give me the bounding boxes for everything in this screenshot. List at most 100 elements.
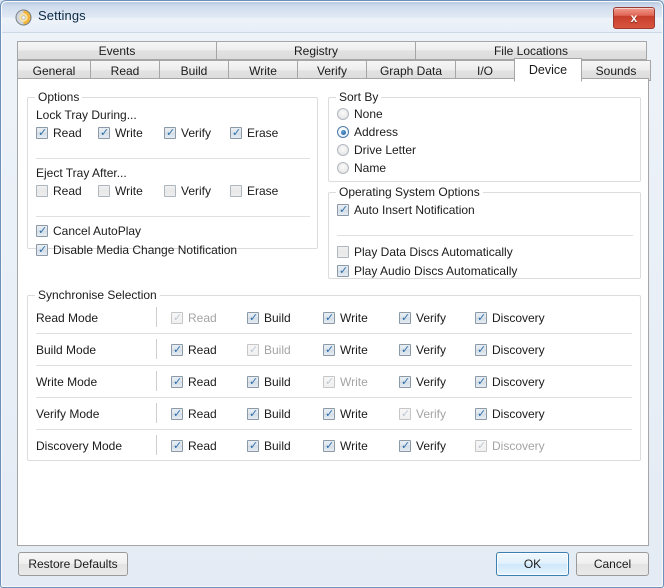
check-mark-icon: ✓ <box>325 439 335 452</box>
sync-row-divider <box>36 333 632 334</box>
cancel-button[interactable]: Cancel <box>576 552 649 576</box>
eject-tray-checkbox-write[interactable]: ✓ Write <box>98 184 143 198</box>
lock-tray-checkbox-erase[interactable]: ✓ Erase <box>230 126 278 140</box>
os-options-divider <box>337 235 633 236</box>
sync-checkbox-write-mode-discovery[interactable]: ✓ Discovery <box>475 375 545 389</box>
group-synchronise-selection: Synchronise Selection Read Mode ✓ Read ✓ Bui… <box>27 288 641 461</box>
checkbox-label: Discovery <box>492 311 545 325</box>
check-mark-icon: ✓ <box>38 126 48 139</box>
eject-tray-checkbox-verify[interactable]: ✓ Verify <box>164 184 211 198</box>
checkbox-icon: ✓ <box>475 408 487 420</box>
checkbox-label: Verify <box>416 407 447 421</box>
sync-row-label-discovery-mode: Discovery Mode <box>36 439 123 453</box>
checkbox-label: Discovery <box>492 407 545 421</box>
tab-label: Write <box>249 63 277 78</box>
sort-by-radio-name[interactable]: Name <box>337 161 386 175</box>
sync-checkbox-build-mode-discovery[interactable]: ✓ Discovery <box>475 343 545 357</box>
checkbox-icon: ✓ <box>323 376 335 388</box>
sync-checkbox-read-mode-discovery[interactable]: ✓ Discovery <box>475 311 545 325</box>
sort-by-radio-address[interactable]: Address <box>337 125 398 139</box>
sync-checkbox-discovery-mode-build[interactable]: ✓ Build <box>247 439 291 453</box>
tab-events[interactable]: Events <box>17 41 217 60</box>
sync-checkbox-build-mode-write[interactable]: ✓ Write <box>323 343 368 357</box>
check-mark-icon: ✓ <box>249 343 259 356</box>
settings-window: Settings x Events Registry File Locations G… <box>0 0 664 588</box>
check-mark-icon: ✓ <box>38 224 48 237</box>
sync-checkbox-verify-mode-discovery[interactable]: ✓ Discovery <box>475 407 545 421</box>
checkbox-label: Build <box>264 375 291 389</box>
check-mark-icon: ✓ <box>38 243 48 256</box>
tab-label: Registry <box>293 43 338 58</box>
sync-row-label-read-mode: Read Mode <box>36 311 99 325</box>
eject-tray-label: Eject Tray After... <box>36 166 127 180</box>
sync-checkbox-read-mode-build[interactable]: ✓ Build <box>247 311 291 325</box>
sort-by-radio-drive-letter[interactable]: Drive Letter <box>337 143 416 157</box>
sync-row-label-write-mode: Write Mode <box>36 375 98 389</box>
sync-checkbox-write-mode-build[interactable]: ✓ Build <box>247 375 291 389</box>
sync-checkbox-discovery-mode-write[interactable]: ✓ Write <box>323 439 368 453</box>
checkbox-label: Write <box>340 375 368 389</box>
os-checkbox-play-data-discs-automatically[interactable]: ✓ Play Data Discs Automatically <box>337 245 513 259</box>
sync-checkbox-verify-mode-read[interactable]: ✓ Read <box>171 407 217 421</box>
check-mark-icon: ✓ <box>166 126 176 139</box>
group-sync-legend: Synchronise Selection <box>35 288 160 302</box>
tab-label: General <box>32 63 76 78</box>
group-os-options: Operating System Options ✓ Auto Insert No… <box>328 185 641 279</box>
sync-checkbox-verify-mode-write[interactable]: ✓ Write <box>323 407 368 421</box>
check-mark-icon: ✓ <box>325 407 335 420</box>
os-checkbox-play-audio-discs-automatically[interactable]: ✓ Play Audio Discs Automatically <box>337 264 517 278</box>
check-mark-icon: ✓ <box>401 439 411 452</box>
sync-checkbox-build-mode-read[interactable]: ✓ Read <box>171 343 217 357</box>
lock-tray-checkbox-write[interactable]: ✓ Write <box>98 126 143 140</box>
checkbox-label: Play Audio Discs Automatically <box>354 264 518 278</box>
option-checkbox-disable-media-change-notification[interactable]: ✓ Disable Media Change Notification <box>36 243 237 257</box>
check-mark-icon: ✓ <box>249 375 259 388</box>
checkbox-label: Read <box>188 311 217 325</box>
checkbox-label: Build <box>264 439 291 453</box>
sync-checkbox-read-mode-write[interactable]: ✓ Write <box>323 311 368 325</box>
sync-checkbox-build-mode-verify[interactable]: ✓ Verify <box>399 343 446 357</box>
checkbox-label: Verify <box>416 343 447 357</box>
check-mark-icon: ✓ <box>477 439 487 452</box>
window-title: Settings <box>38 8 86 23</box>
option-checkbox-cancel-autoplay[interactable]: ✓ Cancel AutoPlay <box>36 224 141 238</box>
checkbox-label: Read <box>53 184 82 198</box>
close-button[interactable]: x <box>613 7 655 29</box>
tab-registry[interactable]: Registry <box>216 41 416 60</box>
radio-icon <box>337 126 349 138</box>
sync-checkbox-read-mode-verify[interactable]: ✓ Verify <box>399 311 446 325</box>
tab-device[interactable]: Device <box>514 58 582 82</box>
lock-tray-checkbox-verify[interactable]: ✓ Verify <box>164 126 211 140</box>
checkbox-icon: ✓ <box>475 312 487 324</box>
os-checkbox-auto-insert-notification[interactable]: ✓ Auto Insert Notification <box>337 203 475 217</box>
eject-tray-checkbox-erase[interactable]: ✓ Erase <box>230 184 278 198</box>
checkbox-icon: ✓ <box>337 265 349 277</box>
sync-row-separator <box>156 371 157 391</box>
lock-tray-checkbox-read[interactable]: ✓ Read <box>36 126 82 140</box>
checkbox-label: Verify <box>416 311 447 325</box>
ok-button[interactable]: OK <box>496 552 569 576</box>
checkbox-label: Discovery <box>492 439 545 453</box>
sync-checkbox-discovery-mode-verify[interactable]: ✓ Verify <box>399 439 446 453</box>
check-mark-icon: ✓ <box>325 375 335 388</box>
sync-row-divider <box>36 429 632 430</box>
sync-row-separator <box>156 307 157 327</box>
sort-by-radio-none[interactable]: None <box>337 107 383 121</box>
checkbox-icon: ✓ <box>171 312 183 324</box>
check-mark-icon: ✓ <box>401 407 411 420</box>
tab-panel-device: Options Lock Tray During... ✓ Read ✓ Write ✓… <box>17 78 649 546</box>
sync-checkbox-discovery-mode-read[interactable]: ✓ Read <box>171 439 217 453</box>
check-mark-icon: ✓ <box>249 439 259 452</box>
restore-defaults-button[interactable]: Restore Defaults <box>18 552 128 576</box>
radio-icon <box>337 108 349 120</box>
group-os-options-legend: Operating System Options <box>336 185 483 199</box>
sync-checkbox-verify-mode-build[interactable]: ✓ Build <box>247 407 291 421</box>
checkbox-icon: ✓ <box>164 185 176 197</box>
sync-checkbox-write-mode-verify[interactable]: ✓ Verify <box>399 375 446 389</box>
checkbox-icon: ✓ <box>230 127 242 139</box>
sync-checkbox-write-mode-read[interactable]: ✓ Read <box>171 375 217 389</box>
eject-tray-checkbox-read[interactable]: ✓ Read <box>36 184 82 198</box>
cancel-label: Cancel <box>593 557 632 571</box>
check-mark-icon: ✓ <box>401 311 411 324</box>
checkbox-icon: ✓ <box>323 312 335 324</box>
